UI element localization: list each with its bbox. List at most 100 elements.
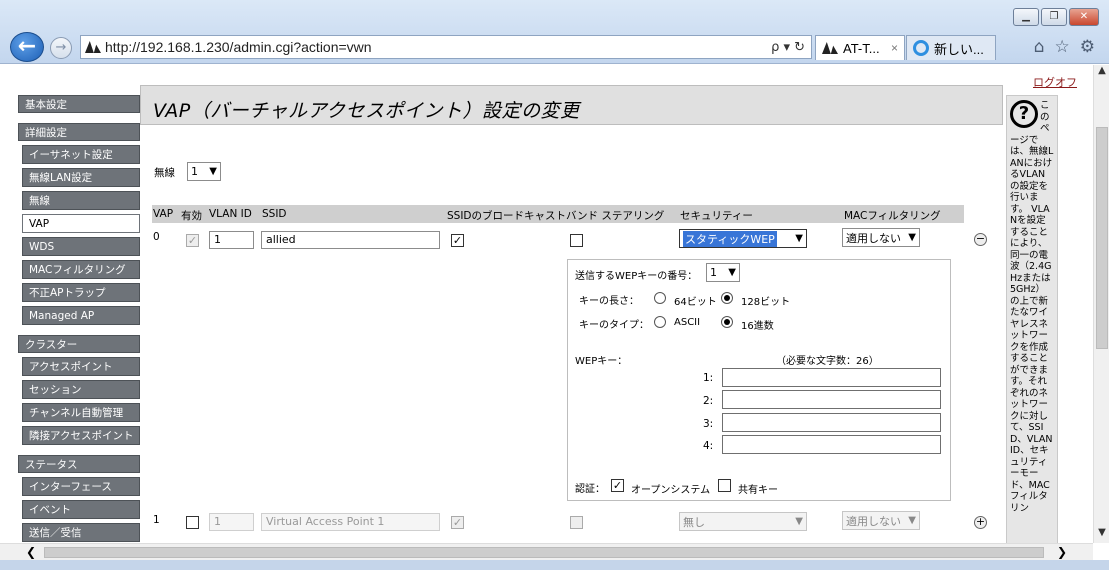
row1-expand-icon[interactable]: + <box>974 516 987 529</box>
auth-open-checkbox[interactable]: ✓ <box>611 479 624 492</box>
sidebar-head-status[interactable]: ステータス <box>18 455 140 473</box>
scroll-thumb[interactable] <box>1096 127 1108 349</box>
row1-mac-filter-value: 適用しない <box>846 514 901 528</box>
sidebar-item-managed-ap[interactable]: Managed AP <box>22 306 140 325</box>
wep-settings-panel: 送信するWEPキーの番号： 1 ▼ キーの長さ： 64ビット 128ビット キーの… <box>567 259 951 501</box>
auth-label: 認証： <box>575 484 605 495</box>
radio-select[interactable]: 1 ▼ <box>187 162 221 181</box>
wep-key-2-input[interactable] <box>722 390 941 409</box>
help-text: このページでは、無線LANにおけるVLANの設定を行います。 VLANを設定する… <box>1010 100 1054 514</box>
key-length-64-radio[interactable] <box>654 292 666 304</box>
maximize-button[interactable]: ❐ <box>1041 8 1067 26</box>
key-length-128-radio[interactable] <box>721 292 733 304</box>
page-title: VAP（バーチャルアクセスポイント）設定の変更 <box>153 100 580 122</box>
row0-band-steering-checkbox[interactable] <box>570 234 583 247</box>
chevron-down-icon: ▼ <box>728 267 736 278</box>
row1-ssid-input[interactable]: Virtual Access Point 1 <box>261 513 440 531</box>
sidebar-item-wds[interactable]: WDS <box>22 237 140 256</box>
scroll-right-icon[interactable]: ❯ <box>1057 545 1067 559</box>
minimize-button[interactable]: ▁ <box>1013 8 1039 26</box>
browser-titlebar: ▁ ❐ ✕ ← → http://192.168.1.230/admin.cgi… <box>0 0 1109 64</box>
key-length-label: キーの長さ： <box>579 296 639 307</box>
wep-key-3-input[interactable] <box>722 413 941 432</box>
site-favicon-icon <box>85 41 101 53</box>
settings-gear-icon[interactable]: ⚙ <box>1080 37 1095 57</box>
back-button[interactable]: ← <box>10 32 44 62</box>
wep-key-4-input[interactable] <box>722 435 941 454</box>
header-band-steering: バンド ステアリング <box>566 210 665 222</box>
row0-security-select[interactable]: スタティックWEP ▼ <box>679 229 807 248</box>
key-type-ascii-radio[interactable] <box>654 316 666 328</box>
scroll-down-icon[interactable]: ▼ <box>1094 527 1109 543</box>
sidebar-head-basic[interactable]: 基本設定 <box>18 95 140 113</box>
row0-mac-filter-value: 適用しない <box>846 231 901 245</box>
row0-collapse-icon[interactable]: − <box>974 233 987 246</box>
address-bar[interactable]: http://192.168.1.230/admin.cgi?action=vw… <box>80 35 812 59</box>
chevron-down-icon: ▼ <box>209 166 217 177</box>
tab-active[interactable]: AT-T... × <box>815 35 905 60</box>
sidebar-item-ethernet[interactable]: イーサネット設定 <box>22 145 140 164</box>
wep-key-number-select[interactable]: 1 ▼ <box>706 263 740 282</box>
home-icon[interactable]: ⌂ <box>1034 37 1045 57</box>
radio-select-value: 1 <box>191 165 198 178</box>
close-window-button[interactable]: ✕ <box>1069 8 1099 26</box>
favorites-star-icon[interactable]: ☆ <box>1055 37 1070 57</box>
row0-security-value: スタティックWEP <box>683 230 777 247</box>
header-ssid: SSID <box>262 208 287 220</box>
row0-ssid-input[interactable]: allied <box>261 231 440 249</box>
horizontal-scrollbar[interactable]: ❮ ❯ <box>0 543 1093 560</box>
wep-key-1-input[interactable] <box>722 368 941 387</box>
sidebar-item-wlan[interactable]: 無線LAN設定 <box>22 168 140 187</box>
row0-vlan-id-input[interactable]: 1 <box>209 231 254 249</box>
address-url[interactable]: http://192.168.1.230/admin.cgi?action=vw… <box>105 39 747 55</box>
sidebar-item-channel-mgmt[interactable]: チャンネル自動管理 <box>22 403 140 422</box>
tab-new[interactable]: 新しい... <box>906 35 996 60</box>
sidebar-item-tx-rx[interactable]: 送信／受信 <box>22 523 140 542</box>
row1-vap: 1 <box>153 514 160 526</box>
sidebar-head-advanced[interactable]: 詳細設定 <box>18 123 140 141</box>
sidebar-item-mac-filter[interactable]: MACフィルタリング <box>22 260 140 279</box>
sidebar-item-vap[interactable]: VAP <box>22 214 140 233</box>
browser-tools: ⌂ ☆ ⚙ <box>1034 37 1095 57</box>
row1-mac-filter-select[interactable]: 適用しない ▼ <box>842 511 920 530</box>
wep-key-1-label: 1: <box>703 372 714 384</box>
row1-enabled-checkbox[interactable] <box>186 516 199 529</box>
logout-link[interactable]: ログオフ <box>1033 74 1077 90</box>
key-type-hex-radio[interactable] <box>721 316 733 328</box>
required-chars-note: （必要な文字数：26） <box>776 356 879 367</box>
row0-vap: 0 <box>153 231 160 243</box>
row1-security-select[interactable]: 無し ▼ <box>679 512 807 531</box>
vap-table-header: VAP 有効 VLAN ID SSID SSIDのブロードキャスト バンド ステ… <box>152 205 964 223</box>
sidebar-item-neighbor-ap[interactable]: 隣接アクセスポイント <box>22 426 140 445</box>
row0-mac-filter-select[interactable]: 適用しない ▼ <box>842 228 920 247</box>
sidebar-item-rogue-ap[interactable]: 不正APトラップ <box>22 283 140 302</box>
sidebar-head-cluster[interactable]: クラスター <box>18 335 140 353</box>
row1-vlan-id-input[interactable]: 1 <box>209 513 254 531</box>
sidebar-item-interfaces[interactable]: インターフェース <box>22 477 140 496</box>
row1-security-value: 無し <box>683 515 705 529</box>
sidebar-item-sessions[interactable]: セッション <box>22 380 140 399</box>
window-bottom-border <box>0 560 1109 570</box>
header-vap: VAP <box>153 208 174 220</box>
row0-broadcast-checkbox[interactable]: ✓ <box>451 234 464 247</box>
tab-close-icon[interactable]: × <box>891 41 898 55</box>
scroll-up-icon[interactable]: ▲ <box>1094 65 1109 81</box>
scroll-left-icon[interactable]: ❮ <box>26 545 36 559</box>
key-type-hex-label: 16進数 <box>741 321 774 332</box>
sidebar-item-events[interactable]: イベント <box>22 500 140 519</box>
search-refresh-icons[interactable]: ρ ▾ ↻ <box>751 40 811 55</box>
auth-shared-checkbox[interactable] <box>718 479 731 492</box>
forward-button[interactable]: → <box>50 37 72 59</box>
header-ssid-broadcast: SSIDのブロードキャスト <box>447 210 567 222</box>
key-type-label: キーのタイプ： <box>579 320 649 331</box>
sidebar: 基本設定 詳細設定 イーサネット設定 無線LAN設定 無線 VAP WDS MA… <box>18 95 140 543</box>
sidebar-item-radio[interactable]: 無線 <box>22 191 140 210</box>
hscroll-thumb[interactable] <box>44 547 1044 558</box>
sidebar-item-access-points[interactable]: アクセスポイント <box>22 357 140 376</box>
chevron-down-icon: ▼ <box>908 232 916 243</box>
chevron-down-icon: ▼ <box>795 516 803 527</box>
window-controls: ▁ ❐ ✕ <box>1013 8 1099 26</box>
tab-favicon-icon <box>822 42 838 54</box>
vertical-scrollbar[interactable]: ▲ ▼ <box>1093 65 1109 543</box>
chevron-down-icon: ▼ <box>908 515 916 526</box>
